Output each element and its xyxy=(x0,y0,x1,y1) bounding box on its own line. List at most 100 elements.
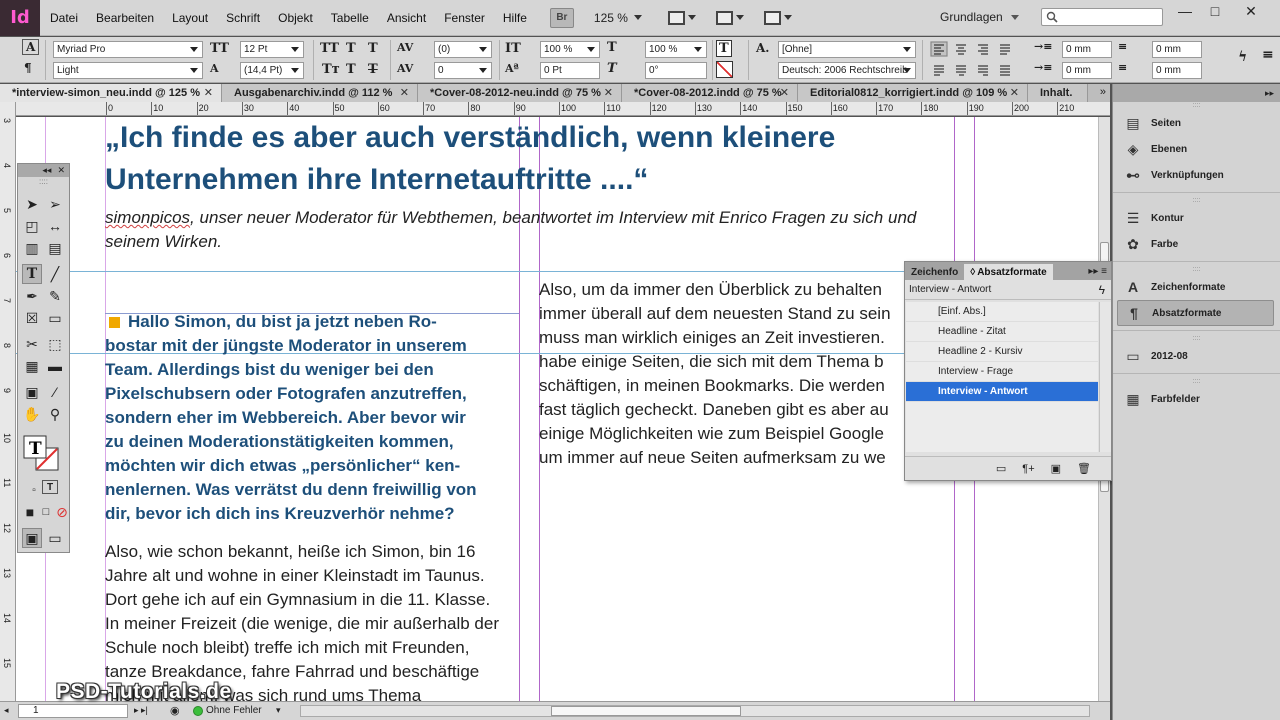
tab-cover[interactable]: *Cover-08-2012.indd @ 75 % ✕ xyxy=(622,84,798,102)
note-tool-icon[interactable]: ▣ xyxy=(22,382,42,402)
tab-character-styles[interactable]: Zeichenfo xyxy=(905,264,965,280)
tab-editorial[interactable]: Editorial0812_korrigiert.indd @ 109 % ✕ xyxy=(798,84,1028,102)
rectangle-frame-tool-icon[interactable]: ☒ xyxy=(22,308,42,328)
page-next-icon[interactable]: ▸ ▸| xyxy=(134,705,148,716)
interview-question[interactable]: Hallo Simon, du bist ja jetzt neben Ro- … xyxy=(105,310,525,526)
formatting-container-icon[interactable]: ▫ xyxy=(24,480,44,500)
rectangle-tool-icon[interactable]: ▭ xyxy=(45,308,65,328)
panel-grip-icon[interactable]: :::: xyxy=(1113,197,1280,205)
font-size-select[interactable]: 12 Pt xyxy=(240,41,304,58)
workspace-switcher[interactable]: Grundlagen xyxy=(940,10,1019,24)
screen-mode-button[interactable] xyxy=(715,9,744,27)
preflight-menu-icon[interactable]: ▾ xyxy=(276,705,281,716)
first-line-indent-field[interactable]: 0 mm xyxy=(1062,62,1112,79)
content-placer-icon[interactable]: ▤ xyxy=(45,238,65,258)
kerning-select[interactable]: (0) xyxy=(434,41,492,58)
lightning-icon[interactable]: ϟ xyxy=(1099,283,1105,297)
close-window-button[interactable]: ✕ xyxy=(1236,2,1266,20)
small-caps-icon[interactable]: Tт xyxy=(322,62,340,77)
baseline-shift-field[interactable]: 0 Pt xyxy=(540,62,600,79)
dock-item-zeichenformate[interactable]: A Zeichenformate xyxy=(1113,274,1280,300)
folder-icon[interactable]: ▭ xyxy=(996,462,1006,475)
scissors-tool-icon[interactable]: ✂ xyxy=(22,334,42,354)
dock-header[interactable]: ▸▸ xyxy=(1113,84,1280,102)
panel-grip-icon[interactable]: :::: xyxy=(1113,335,1280,343)
strikethrough-icon[interactable]: T xyxy=(368,62,378,77)
page-tool-icon[interactable]: ◰ xyxy=(22,216,42,236)
close-icon[interactable]: ✕ xyxy=(780,86,789,99)
dock-item-ebenen[interactable]: ◈ Ebenen xyxy=(1113,136,1280,162)
dock-item-kontur[interactable]: ☰ Kontur xyxy=(1113,205,1280,231)
close-icon[interactable]: ✕ xyxy=(57,165,65,176)
subscript-icon[interactable]: T xyxy=(346,62,356,77)
minimize-button[interactable]: — xyxy=(1170,2,1200,20)
close-icon[interactable]: ✕ xyxy=(604,86,613,99)
preview-mode-icon[interactable]: ▭ xyxy=(45,528,65,548)
subheadline-text[interactable]: simonpicos, unser neuer Moderator für We… xyxy=(105,206,945,254)
panel-grip-icon[interactable]: :::: xyxy=(1113,266,1280,274)
stroke-none-icon[interactable] xyxy=(716,61,733,78)
menu-objekt[interactable]: Objekt xyxy=(269,11,322,25)
dock-item-library[interactable]: ▭ 2012-08 xyxy=(1113,343,1280,369)
left-indent-field[interactable]: 0 mm xyxy=(1062,41,1112,58)
arrange-documents-button[interactable] xyxy=(763,9,792,27)
tab-overflow-icon[interactable]: » xyxy=(1100,86,1106,98)
font-style-select[interactable]: Light xyxy=(53,62,203,79)
dock-item-absatzformate[interactable]: ¶ Absatzformate xyxy=(1117,300,1274,326)
eyedropper-tool-icon[interactable]: ⁄ xyxy=(45,382,65,402)
selection-tool-icon[interactable]: ➤ xyxy=(22,194,42,214)
headline-text[interactable]: „Ich finde es aber auch verständlich, we… xyxy=(105,117,955,201)
gradient-swatch-tool-icon[interactable]: ▦ xyxy=(22,356,42,376)
language-select[interactable]: Deutsch: 2006 Rechtschreib xyxy=(778,62,916,79)
tools-panel-header[interactable]: ◂◂ ✕ xyxy=(18,164,69,177)
menu-layout[interactable]: Layout xyxy=(163,11,217,25)
horizontal-ruler[interactable]: 0 10 20 30 40 50 60 70 80 90 100 110 120 130 140 150 160… xyxy=(16,102,1110,116)
underline-icon[interactable]: T xyxy=(368,41,378,56)
space-before-field[interactable]: 0 mm xyxy=(1152,41,1202,58)
vertical-scale-select[interactable]: 100 % xyxy=(540,41,600,58)
skew-field[interactable]: 0° xyxy=(645,62,707,79)
fill-stroke-swatch[interactable]: T xyxy=(22,434,62,474)
zoom-select[interactable]: 125 % xyxy=(594,11,642,25)
close-icon[interactable]: ✕ xyxy=(400,86,409,99)
direct-selection-tool-icon[interactable]: ➢ xyxy=(45,194,65,214)
style-item-headline-zitat[interactable]: Headline - Zitat xyxy=(906,322,1098,342)
tab-interview-simon[interactable]: *interview-simon_neu.indd @ 125 % ✕ xyxy=(0,84,222,102)
leading-select[interactable]: (14,4 Pt) xyxy=(240,62,304,79)
dock-item-farbe[interactable]: ✿ Farbe xyxy=(1113,231,1280,257)
page-first-icon[interactable]: ◂ xyxy=(4,705,9,716)
pencil-tool-icon[interactable]: ✎ xyxy=(45,286,65,306)
lightning-icon[interactable]: ϟ xyxy=(1238,49,1247,65)
gradient-feather-tool-icon[interactable]: ▬ xyxy=(45,356,65,376)
dock-item-seiten[interactable]: ▤ Seiten xyxy=(1113,110,1280,136)
page-number-field[interactable]: 1 xyxy=(18,704,128,718)
search-input[interactable] xyxy=(1041,8,1163,26)
preflight-icon[interactable]: ◉ xyxy=(170,704,180,717)
tab-paragraph-styles[interactable]: ◊ Absatzformate xyxy=(964,264,1053,280)
close-icon[interactable]: ✕ xyxy=(204,86,213,99)
interview-answer-right[interactable]: Also, um da immer den Überblick zu behal… xyxy=(539,278,939,470)
menu-datei[interactable]: Datei xyxy=(40,11,87,25)
normal-view-icon[interactable]: ▣ xyxy=(22,528,42,548)
menu-tabelle[interactable]: Tabelle xyxy=(322,11,378,25)
new-style-icon[interactable]: ▣ xyxy=(1051,462,1061,475)
panel-grip-icon[interactable]: :::: xyxy=(18,177,69,186)
free-transform-tool-icon[interactable]: ⬚ xyxy=(45,334,65,354)
view-options-button[interactable] xyxy=(667,9,696,27)
tab-inhalt[interactable]: Inhalt. xyxy=(1028,84,1088,102)
menu-schrift[interactable]: Schrift xyxy=(217,11,269,25)
horizontal-scrollbar[interactable] xyxy=(300,705,1090,717)
panel-grip-icon[interactable]: :::: xyxy=(1113,102,1280,110)
content-collector-icon[interactable]: ▥ xyxy=(22,238,42,258)
panel-grip-icon[interactable]: :::: xyxy=(1113,378,1280,386)
zoom-tool-icon[interactable]: ⚲ xyxy=(45,404,65,424)
clear-overrides-icon[interactable]: ¶+ xyxy=(1022,463,1034,475)
dock-item-verknuepfungen[interactable]: ⊷ Verknüpfungen xyxy=(1113,162,1280,188)
style-list-scrollbar[interactable] xyxy=(1099,302,1111,452)
collapse-icon[interactable]: ◂◂ xyxy=(42,165,51,176)
apply-none-icon[interactable]: ⊘ xyxy=(52,502,72,522)
style-item-headline2-kursiv[interactable]: Headline 2 - Kursiv xyxy=(906,342,1098,362)
superscript-icon[interactable]: T xyxy=(346,41,356,56)
line-tool-icon[interactable]: ╱ xyxy=(45,264,65,284)
panel-menu-icon[interactable]: ≡ xyxy=(1262,47,1274,63)
